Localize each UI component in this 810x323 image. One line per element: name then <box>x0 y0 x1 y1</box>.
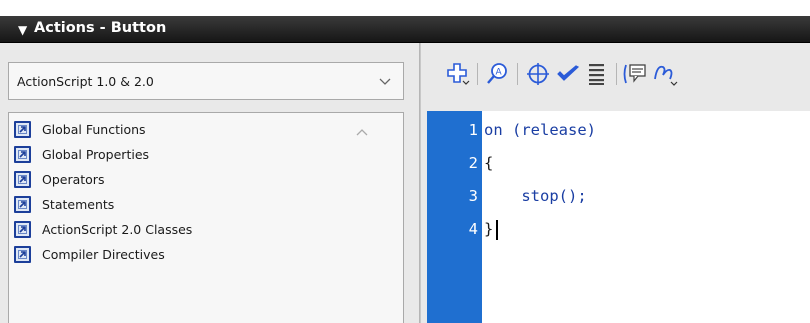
text-cursor <box>496 220 498 240</box>
code-keyword: on <box>484 121 503 139</box>
book-icon <box>14 146 31 163</box>
toolbar-separator <box>517 63 518 85</box>
panel-title: Actions - Button <box>34 20 167 36</box>
script-editor[interactable]: on (release) { stop(); } <box>482 111 810 323</box>
code-text: (release) <box>502 121 596 139</box>
dropdown-selected-value: ActionScript 1.0 & 2.0 <box>17 74 154 89</box>
collapse-triangle-icon[interactable]: ▼ <box>18 23 27 37</box>
toolbox-item-label: Global Properties <box>42 147 150 162</box>
show-code-hint-icon[interactable] <box>622 61 648 87</box>
book-icon <box>14 196 31 213</box>
book-icon <box>14 121 31 138</box>
scroll-up-arrow-icon[interactable] <box>356 127 368 137</box>
toolbox-item-statements[interactable]: Statements <box>12 194 372 216</box>
toolbox-item-label: Global Functions <box>42 122 146 137</box>
toolbox-item-compiler-directives[interactable]: Compiler Directives <box>12 244 372 266</box>
book-icon <box>14 246 31 263</box>
toolbar-separator <box>616 63 617 85</box>
check-syntax-icon[interactable] <box>555 61 581 87</box>
line-number: 1 <box>468 121 478 139</box>
line-number: 4 <box>468 220 478 238</box>
toolbox-item-global-properties[interactable]: Global Properties <box>12 144 372 166</box>
toolbox-item-actionscript-classes[interactable]: ActionScript 2.0 Classes <box>12 219 372 241</box>
toolbox-item-label: Statements <box>42 197 115 212</box>
script-pane: A 1 2 3 4 on (release) {stop();} <box>421 43 810 323</box>
code-line-3: stop(); <box>484 187 587 205</box>
script-toolbar: A <box>421 43 810 109</box>
code-line-4: } <box>484 220 494 238</box>
top-strip <box>0 0 810 16</box>
panel-title-bar[interactable]: ▼ Actions - Button <box>0 16 810 43</box>
toolbar-separator <box>477 63 478 85</box>
book-icon <box>14 171 31 188</box>
line-number: 2 <box>468 154 478 172</box>
auto-format-icon[interactable] <box>584 61 610 87</box>
svg-text:A: A <box>496 68 503 78</box>
toolbox-item-operators[interactable]: Operators <box>12 169 372 191</box>
actionscript-version-dropdown[interactable]: ActionScript 1.0 & 2.0 <box>8 62 404 100</box>
insert-target-path-icon[interactable] <box>525 61 551 87</box>
toolbox-item-label: ActionScript 2.0 Classes <box>42 222 193 237</box>
toolbox-item-label: Operators <box>42 172 105 187</box>
line-number: 3 <box>468 187 478 205</box>
debug-options-icon[interactable] <box>652 61 678 87</box>
line-number-gutter: 1 2 3 4 <box>427 111 482 323</box>
add-statement-icon[interactable] <box>445 61 471 87</box>
toolbox-item-label: Compiler Directives <box>42 247 165 262</box>
toolbox-tree: Global Functions Global Properties Opera… <box>8 112 404 323</box>
find-icon[interactable]: A <box>485 61 511 87</box>
actions-toolbox-panel: ActionScript 1.0 & 2.0 Global Functions … <box>0 43 420 323</box>
chevron-down-icon <box>379 78 391 85</box>
toolbox-item-global-functions[interactable]: Global Functions <box>12 119 372 141</box>
book-icon <box>14 221 31 238</box>
code-line-2: { <box>484 154 494 172</box>
code-line-1: on (release) <box>484 121 596 139</box>
